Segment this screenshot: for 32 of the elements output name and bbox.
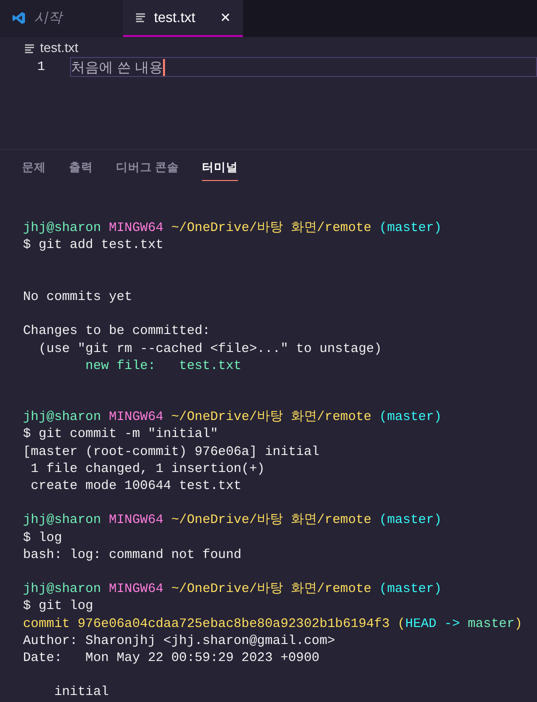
panel-tab[interactable]: 문제: [22, 156, 46, 182]
terminal-line: create mode 100644 test.txt: [30, 477, 242, 494]
terminal-line: No commits yet: [23, 288, 134, 306]
terminal-line: [master (root-commit) 976e06a] initial: [23, 442, 320, 460]
terminal-line: jhj@sharon MINGW64 ~/OneDrive/바탕 화면/remote (master): [23, 408, 443, 426]
breadcrumb-item[interactable]: test.txt: [40, 38, 78, 58]
terminal-line: new file: test.txt: [84, 356, 242, 374]
file-lines-icon: [24, 42, 35, 54]
terminal-line: $ git log: [23, 597, 94, 614]
terminal-line: $ git commit -m "initial": [23, 425, 220, 443]
terminal-line: commit 976e06a04cdaa725ebac8be80a92302b1b6194f3 (HEAD -> master): [23, 614, 524, 632]
panel-tab[interactable]: 터미널: [202, 156, 238, 182]
panel-tab[interactable]: 디버그 콘솔: [116, 156, 180, 182]
terminal-line: (use "git rm --cached <file>..." to unstage): [38, 340, 383, 357]
line-number: 1: [36, 58, 46, 76]
terminal-line: $ log: [23, 528, 64, 546]
panel-tab[interactable]: 출력: [69, 156, 93, 182]
terminal-line: jhj@sharon MINGW64 ~/OneDrive/바탕 화면/remote (master): [23, 219, 443, 236]
terminal-line: initial: [53, 683, 110, 700]
terminal-line: Changes to be committed:: [23, 322, 212, 340]
terminal-line: Author: Sharonjhj <jhj.sharon@gmail.com>: [23, 632, 336, 649]
terminal-line: 1 file changed, 1 insertion(+): [30, 460, 266, 477]
close-button[interactable]: ✕: [220, 8, 231, 28]
editor-tab[interactable]: test.txt ✕: [123, 0, 243, 37]
text-cursor: [162, 58, 165, 76]
terminal-line: jhj@sharon MINGW64 ~/OneDrive/바탕 화면/remote (master): [23, 511, 443, 529]
file-lines-icon: [135, 12, 146, 23]
terminal-line: $ git add test.txt: [23, 236, 164, 254]
terminal-line: Date: Mon May 22 00:59:29 2023 +0900: [23, 648, 320, 666]
terminal-line: jhj@sharon MINGW64 ~/OneDrive/바탕 화면/remote (master): [23, 580, 443, 598]
logo-icon: [12, 10, 26, 24]
terminal-line: bash: log: command not found: [23, 546, 242, 563]
